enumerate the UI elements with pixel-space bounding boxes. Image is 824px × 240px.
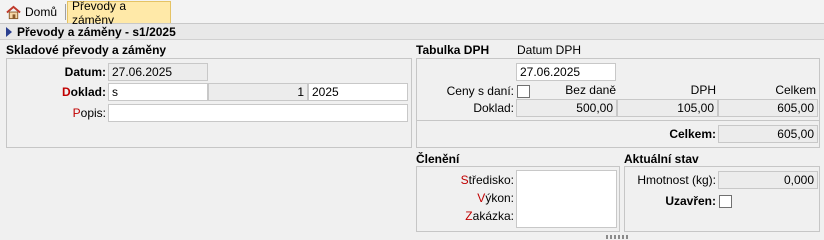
celkem-field[interactable]: 605,00	[718, 99, 818, 117]
vykon-label-rest: ýkon:	[485, 191, 514, 205]
tab-prevody-label: Převody a záměny	[72, 0, 127, 27]
dph-divider	[416, 120, 820, 121]
zakazka-label-rest: akázka:	[472, 209, 514, 223]
cleneni-input[interactable]	[516, 170, 617, 228]
stredisko-label-rest: tředisko:	[468, 173, 514, 187]
dph-title: Tabulka DPH	[416, 43, 490, 57]
vykon-label: Výkon:	[420, 189, 514, 207]
home-icon	[6, 5, 21, 19]
popis-label-rest: opis:	[80, 106, 106, 120]
tab-prevody[interactable]: Převody a záměny	[67, 0, 171, 27]
tab-separator	[65, 4, 66, 20]
uzavren-label: Uzavřen:	[665, 194, 716, 208]
ceny-s-dani-checkbox[interactable]	[517, 85, 530, 98]
bez-dane-field[interactable]: 500,00	[516, 99, 617, 117]
datum-label: Datum:	[64, 65, 106, 79]
datum-dph-field[interactable]: 27.06.2025	[516, 63, 616, 81]
ceny-s-dani-label: Ceny s daní:	[446, 84, 514, 98]
document-header: Převody a záměny - s1/2025	[0, 24, 824, 40]
page-title: Převody a záměny - s1/2025	[17, 24, 176, 39]
stav-title: Aktuální stav	[624, 152, 699, 166]
doklad-number-field[interactable]: 1	[208, 83, 308, 101]
datum-field[interactable]: 27.06.2025	[108, 63, 208, 81]
total-label: Celkem:	[669, 127, 716, 141]
doklad-label-rest: oklad:	[70, 85, 106, 99]
tab-home-label: Domů	[25, 5, 58, 19]
hmotnost-field[interactable]: 0,000	[718, 171, 818, 189]
dph-row-label: Doklad:	[473, 101, 514, 115]
popis-label: Popis:	[10, 104, 106, 122]
tab-home[interactable]: Domů	[2, 1, 64, 23]
datum-dph-label: Datum DPH	[517, 43, 582, 57]
popis-field[interactable]	[108, 104, 408, 122]
doklad-year-field[interactable]: 2025	[308, 83, 408, 101]
resize-grip[interactable]	[606, 235, 628, 239]
total-field[interactable]: 605,00	[718, 125, 818, 143]
skladove-title: Skladové převody a záměny	[6, 43, 167, 57]
expand-arrow-icon[interactable]	[6, 26, 12, 37]
doklad-label: Doklad:	[10, 83, 106, 101]
doklad-series-field[interactable]: s	[108, 83, 208, 101]
col-bez-dane: Bez daně	[565, 83, 616, 97]
col-dph: DPH	[690, 83, 716, 97]
hmotnost-label: Hmotnost (kg):	[637, 173, 716, 187]
cleneni-title: Členění	[416, 152, 460, 166]
doklad-hotkey: D	[61, 85, 71, 99]
uzavren-checkbox[interactable]	[719, 195, 732, 208]
zakazka-label: Zakázka:	[420, 207, 514, 225]
popis-hotkey: P	[72, 106, 81, 120]
stredisko-hotkey: S	[460, 173, 469, 187]
dph-field[interactable]: 105,00	[617, 99, 718, 117]
stredisko-label: Středisko:	[420, 171, 514, 189]
col-celkem: Celkem	[775, 83, 816, 97]
zakazka-hotkey: Z	[465, 209, 473, 223]
